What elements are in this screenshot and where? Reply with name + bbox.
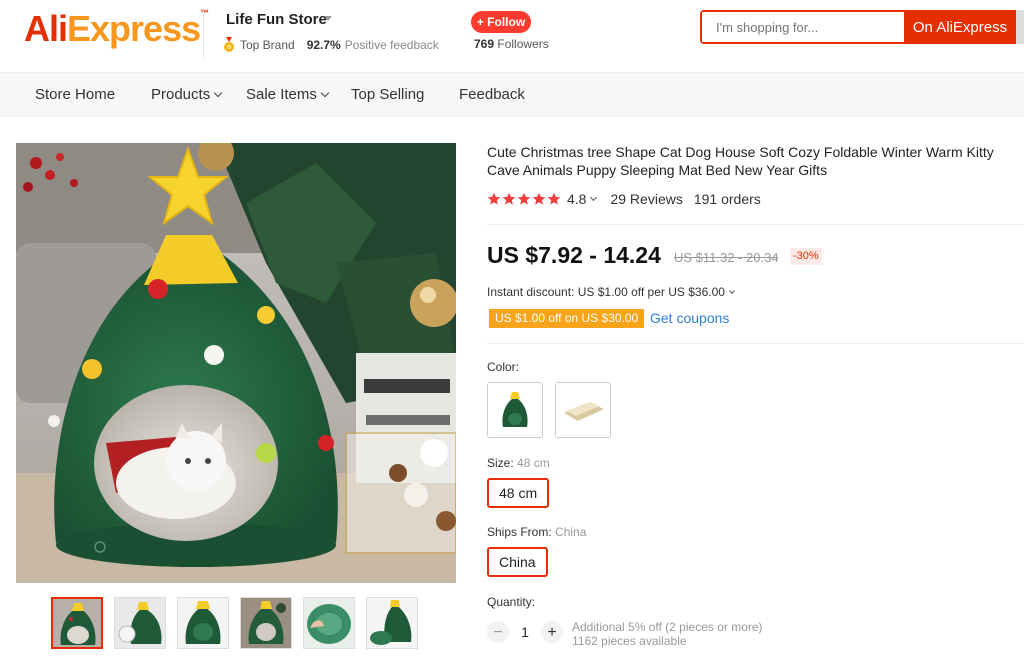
thumbnail-1[interactable] bbox=[51, 597, 103, 649]
instant-discount[interactable]: Instant discount: US $1.00 off per US $3… bbox=[487, 285, 735, 299]
store-nav: Store Home Products Sale Items Top Selli… bbox=[0, 72, 1024, 117]
coupon-tag: US $1.00 off on US $30.00 bbox=[489, 309, 645, 328]
thumbnail-cat-image bbox=[115, 598, 165, 648]
logo-trademark: ™ bbox=[200, 8, 209, 18]
color-swatch-tree-image bbox=[488, 383, 542, 437]
aliexpress-logo[interactable]: AliExpress™ bbox=[24, 8, 209, 50]
ships-from-label: Ships From: bbox=[487, 525, 552, 539]
followers-count: 769 Followers bbox=[474, 37, 549, 51]
thumbnail-folded-image bbox=[367, 598, 417, 648]
discount-badge: -30% bbox=[790, 248, 822, 265]
orders-count: 191 orders bbox=[693, 191, 761, 207]
price: US $7.92 - 14.24 bbox=[487, 242, 661, 268]
star-icon bbox=[487, 192, 501, 205]
quantity-value[interactable]: 1 bbox=[509, 624, 541, 640]
stock-available: 1162 pieces available bbox=[572, 634, 687, 648]
quantity-label: Quantity: bbox=[487, 595, 536, 609]
size-value: 48 cm bbox=[517, 456, 550, 470]
quantity-note: Additional 5% off (2 pieces or more) 116… bbox=[572, 620, 763, 648]
chevron-down-icon bbox=[729, 287, 735, 294]
size-label: Size: bbox=[487, 456, 514, 470]
divider bbox=[487, 343, 1024, 344]
store-header: AliExpress™ Life Fun Store Top Brand 92.… bbox=[0, 0, 1024, 72]
followers-label: Followers bbox=[497, 37, 549, 51]
quantity-increase-button[interactable]: + bbox=[541, 621, 563, 643]
product-title: Cute Christmas tree Shape Cat Dog House … bbox=[487, 144, 994, 178]
color-swatch-cushion-image bbox=[556, 383, 610, 437]
ships-from-value: China bbox=[555, 525, 587, 539]
nav-store-home[interactable]: Store Home bbox=[35, 86, 115, 103]
cat-tree-house-image bbox=[16, 143, 456, 583]
thumbnail-4[interactable] bbox=[240, 597, 292, 649]
instant-discount-text: Instant discount: US $1.00 off per US $3… bbox=[487, 285, 725, 299]
rating-row: 4.8 29 Reviews 191 orders bbox=[487, 191, 761, 207]
thumbnail-5[interactable] bbox=[303, 597, 355, 649]
chevron-down-icon bbox=[590, 193, 598, 202]
thumbnail-3[interactable] bbox=[177, 597, 229, 649]
thumbnail-room-image bbox=[241, 598, 291, 648]
followers-number: 769 bbox=[474, 37, 495, 51]
star-icon bbox=[532, 192, 546, 205]
thumbnail-tree-front-image bbox=[178, 598, 228, 648]
nav-label: Feedback bbox=[459, 86, 525, 103]
thumbnail-cushion-image bbox=[304, 598, 354, 648]
top-brand-medal-icon bbox=[224, 37, 234, 52]
store-stats: Top Brand 92.7% Positive feedback bbox=[222, 37, 439, 53]
star-icon bbox=[517, 192, 531, 205]
star-icon bbox=[547, 192, 561, 205]
thumbnail-6[interactable] bbox=[366, 597, 418, 649]
nav-products[interactable]: Products bbox=[151, 86, 223, 103]
size-option-48cm[interactable]: 48 cm bbox=[487, 478, 550, 508]
search-button[interactable]: On AliExpress bbox=[904, 10, 1016, 44]
reviews-link[interactable]: 29 Reviews bbox=[610, 191, 682, 207]
header-divider bbox=[203, 12, 204, 58]
bulk-discount-note: Additional 5% off (2 pieces or more) bbox=[572, 620, 763, 634]
feedback-percentage: 92.7% bbox=[306, 38, 341, 52]
nav-label: Store Home bbox=[35, 86, 116, 103]
thumbnail-tree-house-image bbox=[53, 599, 101, 647]
star-rating[interactable] bbox=[487, 192, 561, 206]
feedback-label: Positive feedback bbox=[344, 38, 439, 52]
rating-value[interactable]: 4.8 bbox=[567, 191, 586, 207]
top-brand-label: Top Brand bbox=[240, 38, 295, 52]
nav-label: Sale Items bbox=[246, 86, 317, 103]
search-bar: On AliExpress bbox=[700, 10, 1016, 44]
store-menu-caret-icon[interactable] bbox=[324, 16, 332, 21]
nav-label: Products bbox=[151, 86, 211, 103]
nav-sale-items[interactable]: Sale Items bbox=[246, 86, 330, 103]
ships-from-option-china[interactable]: China bbox=[487, 547, 548, 577]
follow-button[interactable]: + Follow bbox=[471, 11, 531, 33]
original-price: US $11.32 - 20.34 bbox=[674, 250, 779, 265]
nav-feedback[interactable]: Feedback bbox=[459, 86, 525, 103]
thumbnail-strip bbox=[51, 597, 418, 649]
chevron-down-icon bbox=[320, 88, 330, 98]
color-option-cushion[interactable] bbox=[555, 382, 611, 438]
logo-part-ali: Ali bbox=[24, 8, 68, 49]
header-edge-button[interactable] bbox=[1016, 10, 1024, 44]
size-label-row: Size: 48 cm bbox=[487, 456, 550, 470]
star-icon bbox=[502, 192, 516, 205]
chevron-down-icon bbox=[213, 88, 223, 98]
store-name[interactable]: Life Fun Store bbox=[226, 11, 327, 28]
quantity-stepper: − 1 + bbox=[487, 621, 563, 643]
color-label: Color: bbox=[487, 360, 520, 374]
get-coupons-link[interactable]: Get coupons bbox=[650, 310, 729, 326]
divider bbox=[487, 224, 1024, 225]
quantity-decrease-button[interactable]: − bbox=[487, 621, 509, 643]
thumbnail-2[interactable] bbox=[114, 597, 166, 649]
color-option-tree[interactable] bbox=[487, 382, 543, 438]
nav-label: Top Selling bbox=[351, 86, 425, 103]
logo-part-express: Express bbox=[67, 8, 201, 49]
product-main-image[interactable] bbox=[16, 143, 456, 583]
ships-from-label-row: Ships From: China bbox=[487, 525, 586, 539]
nav-top-selling[interactable]: Top Selling bbox=[351, 86, 424, 103]
search-input[interactable] bbox=[702, 12, 904, 42]
